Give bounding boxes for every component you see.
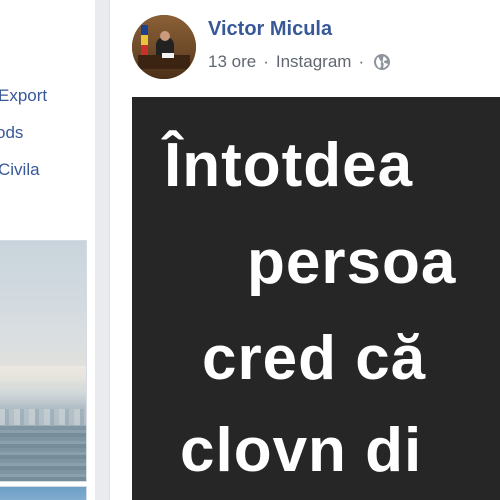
sidebar-photo-second[interactable] <box>0 486 87 500</box>
photo-shoreline <box>0 409 86 425</box>
sidebar-link-civila[interactable]: Civila <box>0 160 40 180</box>
meta-separator-2: · <box>358 52 365 71</box>
image-text-line: persoa <box>247 228 457 297</box>
column-gap <box>95 0 109 500</box>
post-source[interactable]: Instagram <box>276 52 352 72</box>
sidebar-link-export[interactable]: Export <box>0 86 47 106</box>
flag-in-avatar <box>141 25 148 55</box>
post-timestamp[interactable]: 13 ore <box>208 52 256 72</box>
meta-separator: · <box>263 52 269 71</box>
image-text-line: cred că <box>202 324 427 393</box>
sidebar-link-goods[interactable]: ods <box>0 123 23 143</box>
post-meta: 13 ore · Instagram · <box>208 52 391 72</box>
post-image[interactable]: Întotdea persoa cred că clovn di <box>132 97 500 500</box>
photo-sea-waves <box>0 426 86 481</box>
post-author-name[interactable]: Victor Micula <box>208 18 332 41</box>
avatar[interactable] <box>132 15 196 79</box>
image-text-line: clovn di <box>180 416 423 485</box>
post-card: Victor Micula 13 ore · Instagram · Întot… <box>109 0 500 500</box>
photo-horizon-haze <box>0 366 86 386</box>
left-sidebar: Export ods Civila <box>0 0 95 500</box>
globe-icon[interactable] <box>373 53 391 71</box>
sidebar-photo-sea[interactable] <box>0 240 87 482</box>
image-text-line: Întotdea <box>164 131 414 200</box>
